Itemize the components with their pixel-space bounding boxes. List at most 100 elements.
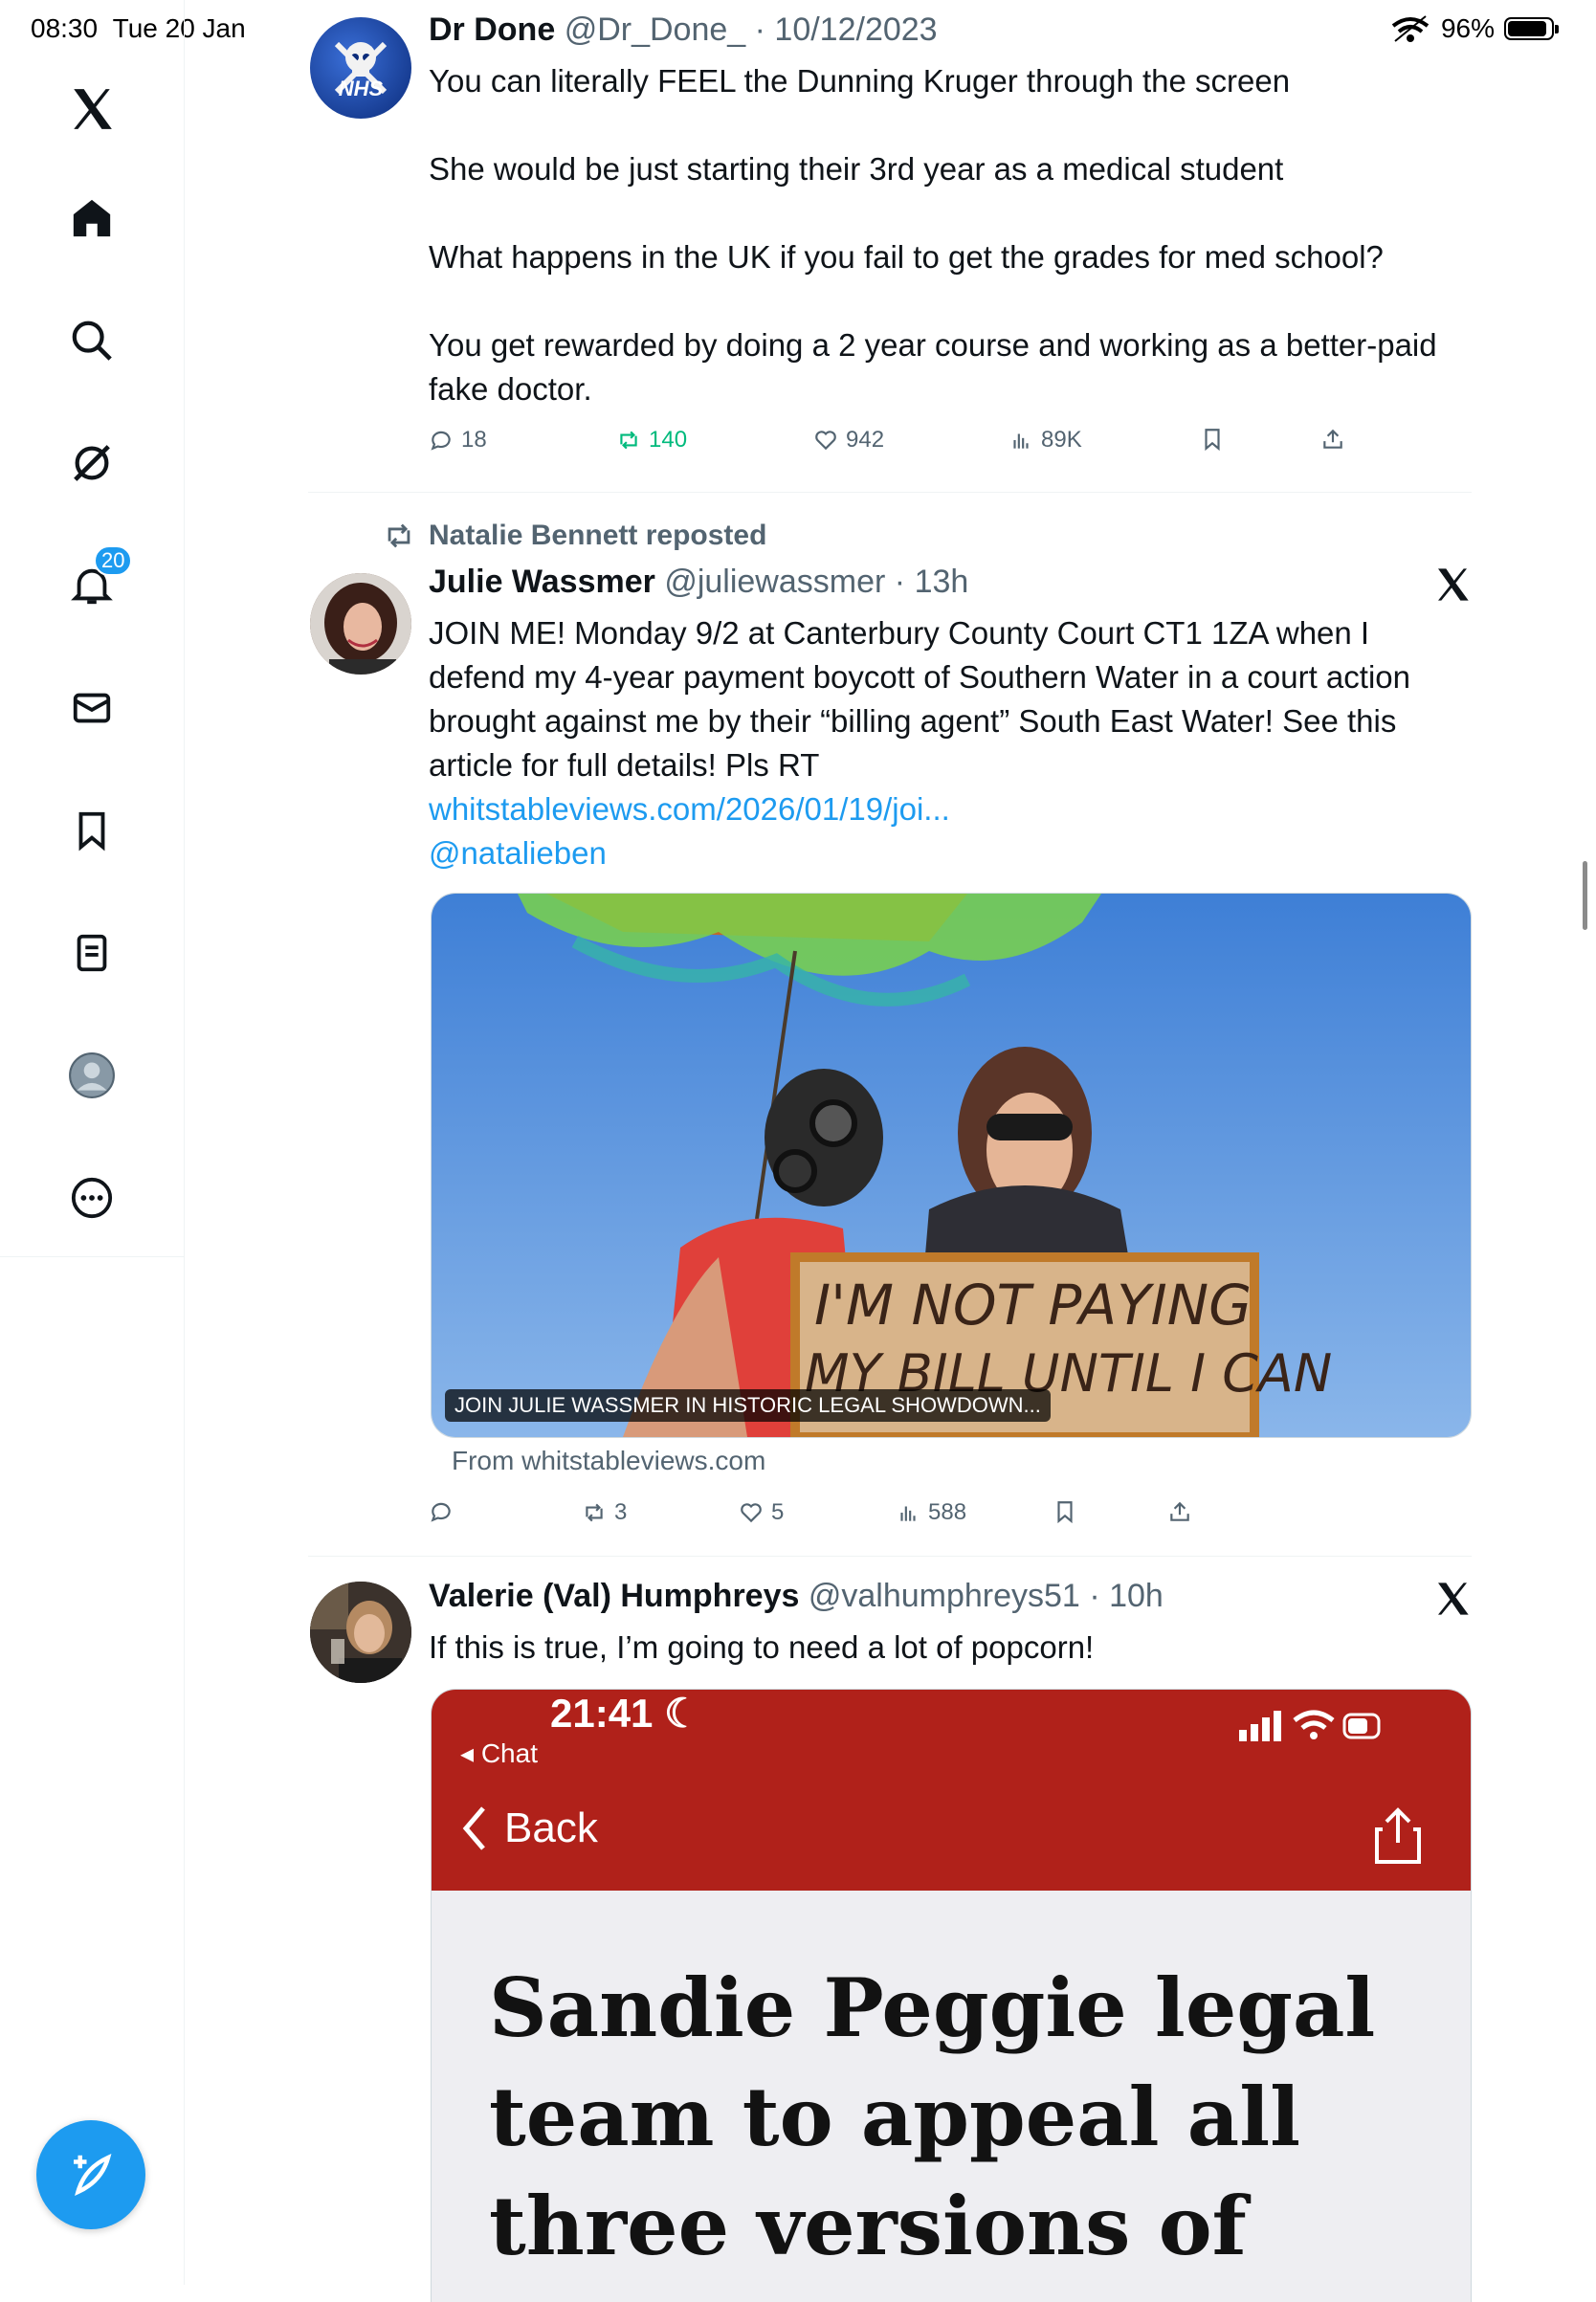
heart-icon bbox=[741, 1503, 762, 1523]
home-icon[interactable] bbox=[57, 184, 126, 253]
share-button[interactable] bbox=[1167, 1499, 1192, 1524]
views-button[interactable]: 89K bbox=[1009, 427, 1082, 454]
author-handle[interactable]: @valhumphreys51 bbox=[809, 1578, 1080, 1614]
tweet-text: JOIN ME! Monday 9/2 at Canterbury County… bbox=[429, 611, 1472, 875]
card-sign-text: I'M NOT PAYING bbox=[814, 1273, 1252, 1338]
share-button[interactable] bbox=[1320, 427, 1345, 452]
separator: · bbox=[754, 11, 765, 48]
tweet-link[interactable]: whitstableviews.com/2026/01/19/joi... bbox=[429, 787, 1472, 831]
timestamp[interactable]: 10/12/2023 bbox=[774, 11, 937, 48]
card-domain[interactable]: From whitstableviews.com bbox=[452, 1446, 765, 1476]
messages-icon[interactable] bbox=[57, 674, 126, 742]
card-image: I'M NOT PAYING MY BILL UNTIL I CAN bbox=[432, 894, 1471, 1437]
battery-icon bbox=[1504, 17, 1559, 40]
embed-headline: Sandie Peggie legal team to appeal all t… bbox=[489, 1960, 1376, 2273]
avatar[interactable] bbox=[310, 1582, 411, 1683]
avatar-logo-text: NHS bbox=[339, 77, 384, 100]
repost-icon bbox=[388, 523, 410, 548]
separator: · bbox=[894, 564, 906, 600]
avatar[interactable]: NHS bbox=[310, 17, 411, 119]
sidebar-divider bbox=[0, 1256, 184, 1257]
reply-count: 18 bbox=[461, 427, 487, 453]
repost-icon bbox=[620, 431, 637, 450]
tweet-header: Valerie (Val) Humphreys @valhumphreys51 … bbox=[429, 1578, 1164, 1615]
like-button[interactable]: 5 bbox=[739, 1499, 784, 1526]
x-logo-icon[interactable] bbox=[1433, 1580, 1472, 1618]
views-button[interactable]: 588 bbox=[896, 1499, 966, 1526]
views-chart-icon bbox=[900, 1506, 916, 1521]
battery-percent: 96% bbox=[1440, 13, 1495, 43]
mention-link[interactable]: @natalieben bbox=[429, 831, 1472, 875]
chevron-left-icon bbox=[462, 1806, 485, 1850]
bookmark-icon bbox=[1205, 429, 1220, 452]
tweet-paragraph: You can literally FEEL the Dunning Kruge… bbox=[429, 63, 1291, 99]
timestamp[interactable]: 13h bbox=[915, 564, 969, 600]
notifications-icon[interactable]: 20 bbox=[57, 545, 133, 620]
tweet-text: You can literally FEEL the Dunning Kruge… bbox=[429, 59, 1472, 411]
reply-icon bbox=[431, 431, 451, 451]
bookmark-button[interactable] bbox=[1200, 427, 1225, 452]
reply-icon bbox=[431, 1502, 451, 1522]
embed-back-label: Back bbox=[504, 1804, 598, 1851]
bookmark-icon bbox=[1057, 1501, 1073, 1524]
tweet-actions: 18 140 942 89K bbox=[429, 427, 1347, 465]
compose-button[interactable] bbox=[36, 2120, 145, 2229]
sidebar: 20 bbox=[0, 0, 185, 2285]
status-right: 96% bbox=[1389, 13, 1559, 44]
tweet-divider bbox=[308, 492, 1472, 493]
share-icon bbox=[1170, 1501, 1189, 1521]
bookmark-button[interactable] bbox=[1053, 1499, 1077, 1524]
embed-header-bar: 21:41 ☾ ◂ Chat Back bbox=[432, 1690, 1471, 1891]
tweet-paragraph: She would be just starting their 3rd yea… bbox=[429, 151, 1284, 187]
like-count: 5 bbox=[771, 1499, 785, 1525]
grok-icon[interactable] bbox=[57, 429, 126, 498]
tweet-paragraph: You get rewarded by doing a 2 year cours… bbox=[429, 327, 1437, 407]
x-logo-icon[interactable] bbox=[1433, 565, 1472, 604]
tweet-header: Dr Done @Dr_Done_ · 10/12/2023 bbox=[429, 11, 938, 49]
author-handle[interactable]: @juliewassmer bbox=[664, 564, 885, 600]
repost-count: 3 bbox=[614, 1499, 628, 1525]
embedded-screenshot[interactable]: 21:41 ☾ ◂ Chat Back Sandie Peggie legal … bbox=[431, 1689, 1472, 2302]
like-count: 942 bbox=[846, 427, 885, 453]
reply-button[interactable] bbox=[429, 1499, 461, 1524]
scrollbar[interactable] bbox=[1583, 861, 1587, 930]
more-icon[interactable] bbox=[57, 1163, 126, 1232]
author-name[interactable]: Julie Wassmer bbox=[429, 564, 655, 600]
timestamp[interactable]: 10h bbox=[1109, 1578, 1164, 1614]
notifications-badge: 20 bbox=[94, 545, 133, 576]
reply-button[interactable]: 18 bbox=[429, 427, 487, 454]
search-icon[interactable] bbox=[57, 306, 126, 375]
like-button[interactable]: 942 bbox=[813, 427, 884, 454]
embed-status-icons bbox=[1239, 1710, 1381, 1741]
lists-icon[interactable] bbox=[57, 919, 126, 987]
repost-icon bbox=[586, 1503, 603, 1522]
tweet-paragraph: If this is true, I’m going to need a lot… bbox=[429, 1629, 1095, 1665]
embed-chat-link: ◂ Chat bbox=[460, 1738, 538, 1768]
x-logo-icon[interactable] bbox=[57, 75, 126, 144]
views-count: 588 bbox=[928, 1499, 967, 1525]
views-count: 89K bbox=[1041, 427, 1082, 453]
repost-count: 140 bbox=[649, 427, 688, 453]
embed-clock: 21:41 ☾ bbox=[550, 1691, 700, 1736]
tweet-text: If this is true, I’m going to need a lot… bbox=[429, 1626, 1472, 1670]
tweet-paragraph: What happens in the UK if you fail to ge… bbox=[429, 239, 1384, 275]
compose-feather-icon bbox=[74, 2153, 112, 2197]
views-chart-icon bbox=[1013, 433, 1029, 449]
reposted-by[interactable]: Natalie Bennett reposted bbox=[429, 520, 766, 552]
tweet-paragraph: JOIN ME! Monday 9/2 at Canterbury County… bbox=[429, 615, 1410, 783]
bookmarks-icon[interactable] bbox=[57, 796, 126, 865]
author-name[interactable]: Dr Done bbox=[429, 11, 555, 48]
link-card[interactable]: I'M NOT PAYING MY BILL UNTIL I CAN JOIN … bbox=[431, 893, 1472, 1438]
embed-share-icon bbox=[1375, 1807, 1421, 1864]
separator: · bbox=[1089, 1578, 1100, 1614]
heart-icon bbox=[815, 431, 836, 451]
repost-button[interactable]: 140 bbox=[616, 427, 687, 454]
avatar[interactable] bbox=[310, 573, 411, 675]
author-handle[interactable]: @Dr_Done_ bbox=[565, 11, 746, 48]
repost-indicator: Natalie Bennett reposted bbox=[383, 520, 766, 552]
repost-button[interactable]: 3 bbox=[582, 1499, 627, 1526]
author-name[interactable]: Valerie (Val) Humphreys bbox=[429, 1578, 799, 1614]
tweet-actions: 3 5 588 bbox=[429, 1499, 1347, 1538]
profile-avatar-icon[interactable] bbox=[57, 1041, 126, 1110]
tweet-divider bbox=[308, 1556, 1472, 1557]
